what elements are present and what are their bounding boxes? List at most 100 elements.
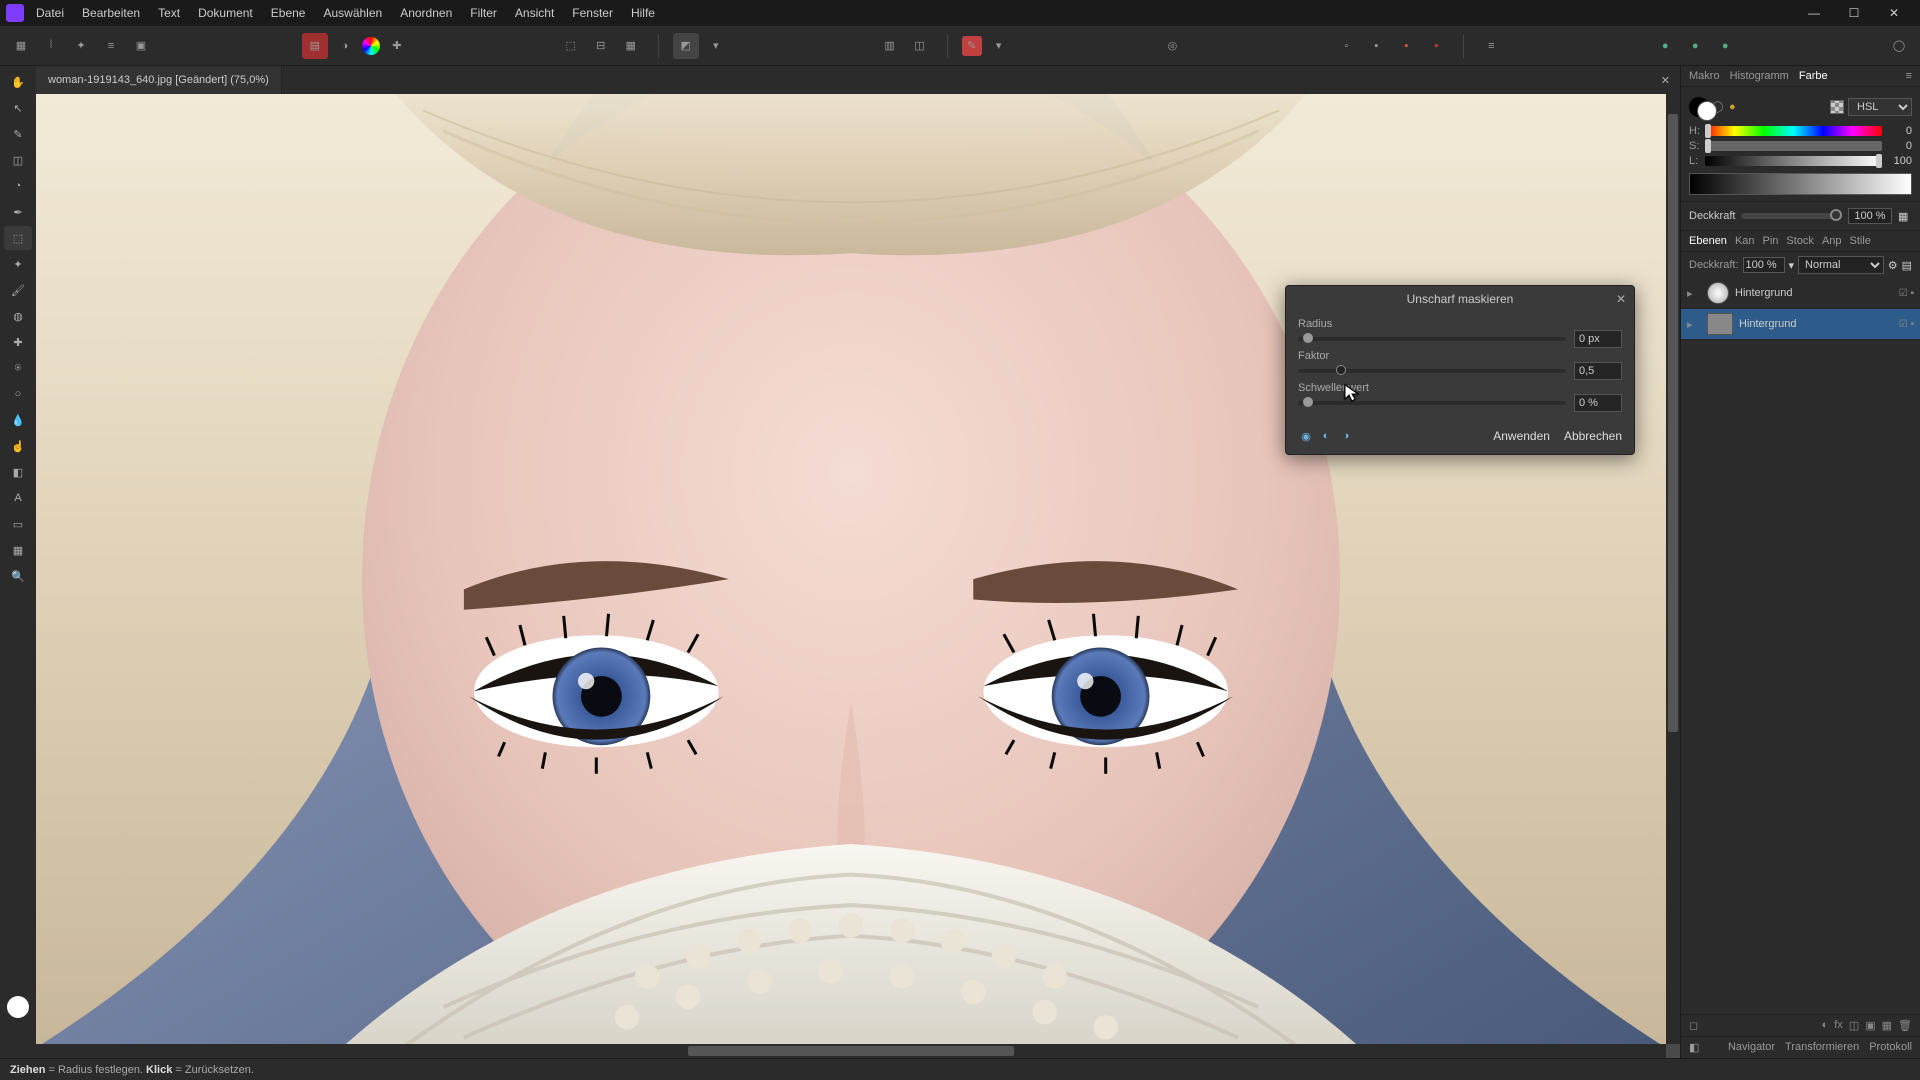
crop-tool-icon[interactable]: ◫ [4, 148, 32, 172]
tint-gradient[interactable] [1689, 173, 1912, 195]
studio-tab-farbe[interactable]: Farbe [1799, 70, 1828, 82]
snapshot-icon[interactable]: ◎ [1159, 33, 1185, 59]
layer-tab-pin[interactable]: Pin [1763, 235, 1779, 247]
assistant-icon[interactable]: ✎ [962, 36, 982, 56]
layer-thumbnail[interactable] [1707, 313, 1733, 335]
menu-bearbeiten[interactable]: Bearbeiten [82, 6, 140, 20]
source-color-icon[interactable] [362, 37, 380, 55]
menu-dokument[interactable]: Dokument [198, 6, 253, 20]
persona-develop-icon[interactable]: ✦ [68, 33, 94, 59]
opacity-dropdown-icon[interactable]: ▾ [1789, 259, 1795, 272]
clone-tool-icon[interactable]: ⍟ [4, 356, 32, 380]
hand-tool-icon[interactable]: ✋ [4, 70, 32, 94]
layer-thumbnail[interactable] [1707, 282, 1729, 304]
threshold-input[interactable] [1574, 394, 1622, 412]
layer-tab-stock[interactable]: Stock [1786, 235, 1814, 247]
source-red-icon[interactable]: ▤ [302, 33, 328, 59]
fill-tool-icon[interactable]: ◍ [4, 304, 32, 328]
color-chip-icon[interactable]: ● [1729, 101, 1736, 113]
foreground-color-swatch[interactable] [7, 996, 29, 1018]
maximize-button[interactable]: ☐ [1834, 0, 1874, 26]
flood-select-tool-icon[interactable]: ✦ [4, 252, 32, 276]
studio-tab-histogramm[interactable]: Histogramm [1730, 70, 1789, 82]
group-icon[interactable]: ▣ [1865, 1019, 1875, 1032]
none-color-icon[interactable] [1830, 100, 1844, 114]
persona-export-icon[interactable]: ▣ [128, 33, 154, 59]
selection-subtract-icon[interactable]: ⊟ [588, 33, 614, 59]
menu-anordnen[interactable]: Anordnen [400, 6, 452, 20]
menu-ebene[interactable]: Ebene [271, 6, 306, 20]
align-icon[interactable]: ≡ [1478, 33, 1504, 59]
layer-flags[interactable]: ☑ ▪ [1899, 288, 1914, 299]
adjustment-icon[interactable]: ◐ [1822, 1019, 1829, 1032]
noise-icon[interactable]: ▦ [1898, 210, 1912, 223]
straighten-icon[interactable]: ◫ [907, 33, 933, 59]
selection-add-icon[interactable]: ⬚ [558, 33, 584, 59]
heal-tool-icon[interactable]: ✚ [4, 330, 32, 354]
mask-icon[interactable]: ◻ [1689, 1019, 1698, 1032]
preview-mirror-icon[interactable]: ◑ [1338, 428, 1354, 444]
radius-input[interactable] [1574, 330, 1622, 348]
arrange-forward-icon[interactable]: ▪ [1393, 33, 1419, 59]
move-tool-icon[interactable]: ↖ [4, 96, 32, 120]
persona-liquify-icon[interactable]: ⦚ [38, 33, 64, 59]
layer-opacity-input[interactable] [1743, 257, 1785, 273]
delete-layer-icon[interactable]: 🗑 [1898, 1019, 1912, 1032]
visibility-icon[interactable]: ▸ [1687, 318, 1701, 331]
layer-tab-ebenen[interactable]: Ebenen [1689, 235, 1727, 247]
crop-layer-icon[interactable]: ◫ [1849, 1019, 1859, 1032]
source-gray-icon[interactable]: ◑ [332, 33, 358, 59]
account-icon[interactable]: ◯ [1886, 33, 1912, 59]
layer-lock-icon[interactable]: ▤ [1902, 259, 1912, 272]
layer-row[interactable]: ▸Hintergrund☑ ▪ [1681, 309, 1920, 340]
text-tool-icon[interactable]: A [4, 486, 32, 510]
smudge-tool-icon[interactable]: ☝ [4, 434, 32, 458]
layer-tab-kan[interactable]: Kan [1735, 235, 1755, 247]
fx-icon[interactable]: fx [1834, 1019, 1843, 1032]
document-tab[interactable]: woman-1919143_640.jpg [Geändert] (75,0%) [36, 66, 282, 94]
arrange-back-icon[interactable]: ▫ [1333, 33, 1359, 59]
bottom-tab-transformieren[interactable]: Transformieren [1785, 1041, 1859, 1054]
blend-mode-select[interactable]: Normal [1798, 256, 1884, 274]
document-tab-close-icon[interactable]: ✕ [1651, 74, 1680, 87]
layer-tab-stile[interactable]: Stile [1850, 235, 1871, 247]
menu-fenster[interactable]: Fenster [572, 6, 613, 20]
persona-photo-icon[interactable]: ▦ [8, 33, 34, 59]
color-picker-tool-icon[interactable]: ✎ [4, 122, 32, 146]
layer-flags[interactable]: ☑ ▪ [1899, 319, 1914, 330]
radius-slider[interactable] [1298, 337, 1566, 341]
close-button[interactable]: ✕ [1874, 0, 1914, 26]
layer-settings-icon[interactable]: ⚙ [1888, 259, 1898, 272]
bottom-tab-navigator[interactable]: Navigator [1728, 1041, 1775, 1054]
minimize-button[interactable]: — [1794, 0, 1834, 26]
light-slider[interactable] [1705, 156, 1882, 166]
menu-ansicht[interactable]: Ansicht [515, 6, 554, 20]
sync-a-icon[interactable]: ● [1652, 33, 1678, 59]
vertical-scrollbar[interactable] [1666, 94, 1680, 1044]
menu-datei[interactable]: Datei [36, 6, 64, 20]
menu-filter[interactable]: Filter [470, 6, 497, 20]
canvas[interactable] [36, 94, 1666, 1044]
assistant-dropdown-icon[interactable]: ▾ [986, 33, 1012, 59]
mesh-tool-icon[interactable]: ▦ [4, 538, 32, 562]
zoom-tool-icon[interactable]: 🔍 [4, 564, 32, 588]
selection-intersect-icon[interactable]: ▦ [618, 33, 644, 59]
studio-tab-makro[interactable]: Makro [1689, 70, 1720, 82]
sync-b-icon[interactable]: ● [1682, 33, 1708, 59]
preview-off-icon[interactable]: ◉ [1298, 428, 1314, 444]
quickmask-icon[interactable]: ◩ [673, 33, 699, 59]
preview-split-icon[interactable]: ◐ [1318, 428, 1334, 444]
factor-input[interactable] [1574, 362, 1622, 380]
arrange-backward-icon[interactable]: ▪ [1363, 33, 1389, 59]
visibility-icon[interactable]: ▸ [1687, 287, 1701, 300]
bottom-tab-protokoll[interactable]: Protokoll [1869, 1041, 1912, 1054]
threshold-slider[interactable] [1298, 401, 1566, 405]
cancel-button[interactable]: Abbrechen [1564, 429, 1622, 443]
dodge-tool-icon[interactable]: ○ [4, 382, 32, 406]
apply-button[interactable]: Anwenden [1493, 429, 1550, 443]
brush-tool-icon[interactable]: 🖌 [4, 278, 32, 302]
sat-slider[interactable] [1705, 141, 1882, 151]
dialog-titlebar[interactable]: Unscharf maskieren ✕ [1286, 286, 1634, 312]
menu-auswählen[interactable]: Auswählen [323, 6, 382, 20]
arrange-front-icon[interactable]: ▪ [1423, 33, 1449, 59]
